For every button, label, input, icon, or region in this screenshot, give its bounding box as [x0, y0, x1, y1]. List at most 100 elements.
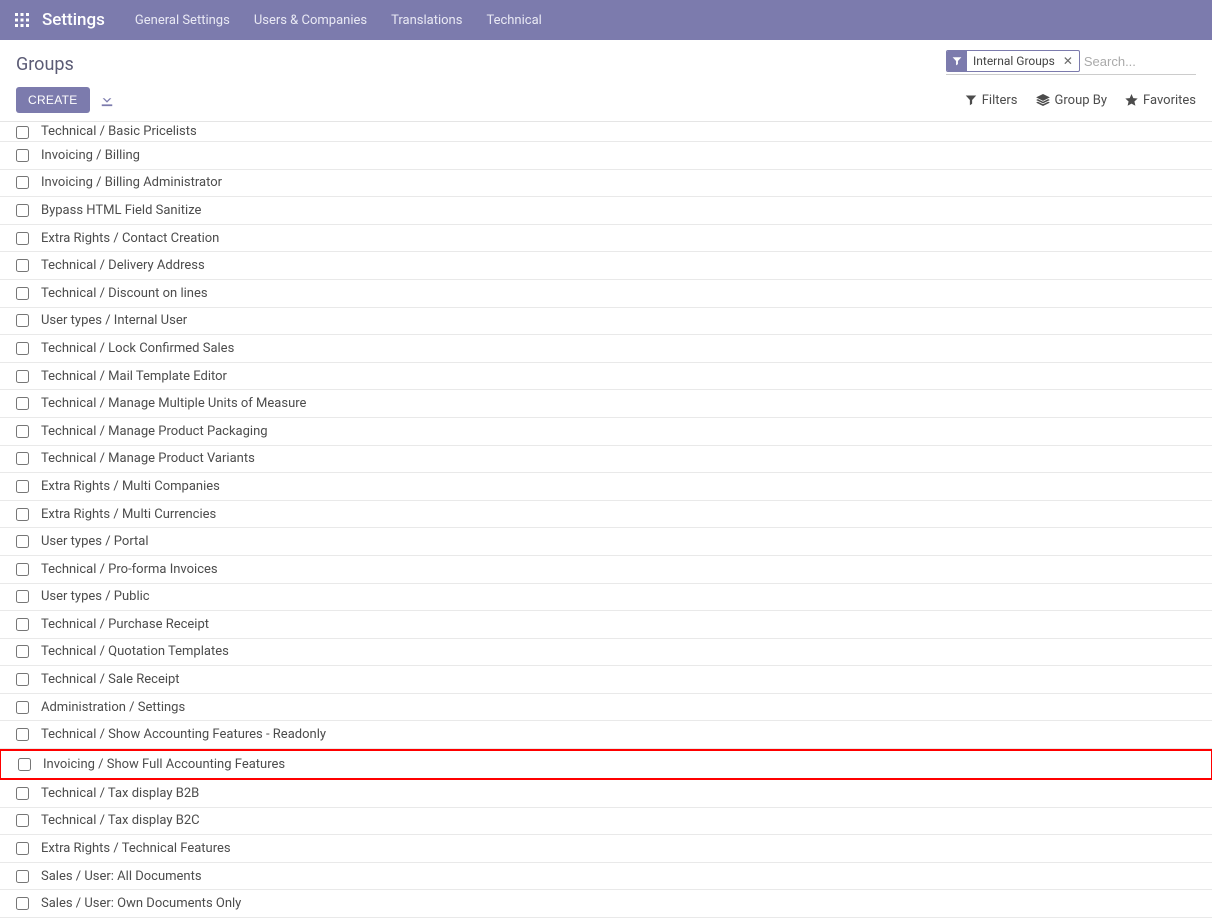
favorites-label: Favorites	[1143, 93, 1196, 108]
list-row[interactable]: Technical / Mail Template Editor	[0, 363, 1212, 391]
download-icon[interactable]	[100, 93, 114, 107]
row-checkbox[interactable]	[16, 618, 29, 631]
control-panel: Groups Internal Groups ✕ CREATE Filters	[0, 40, 1212, 121]
list-row[interactable]: Sales / User: All Documents	[0, 863, 1212, 891]
row-checkbox[interactable]	[18, 758, 31, 771]
list-row[interactable]: Technical / Manage Product Packaging	[0, 418, 1212, 446]
row-checkbox[interactable]	[16, 535, 29, 548]
row-label: Technical / Purchase Receipt	[41, 617, 209, 632]
funnel-icon	[947, 51, 967, 71]
row-label: Technical / Delivery Address	[41, 258, 205, 273]
row-label: Technical / Show Accounting Features - R…	[41, 727, 326, 742]
list-row[interactable]: Extra Rights / Multi Currencies	[0, 501, 1212, 529]
list-row[interactable]: User types / Portal	[0, 528, 1212, 556]
funnel-icon	[965, 94, 977, 106]
row-checkbox[interactable]	[16, 701, 29, 714]
nav-technical[interactable]: Technical	[474, 13, 553, 28]
search-facet-remove[interactable]: ✕	[1061, 54, 1079, 68]
favorites-button[interactable]: Favorites	[1125, 93, 1196, 108]
search-facet: Internal Groups ✕	[946, 50, 1080, 72]
list-row[interactable]: Technical / Tax display B2C	[0, 808, 1212, 836]
nav-users-companies[interactable]: Users & Companies	[242, 13, 379, 28]
row-checkbox[interactable]	[16, 870, 29, 883]
search-bar[interactable]: Internal Groups ✕	[946, 50, 1196, 75]
top-nav: Settings General Settings Users & Compan…	[0, 0, 1212, 40]
row-checkbox[interactable]	[16, 480, 29, 493]
list-row[interactable]: Technical / Delivery Address	[0, 252, 1212, 280]
list-row[interactable]: User types / Internal User	[0, 308, 1212, 336]
create-button[interactable]: CREATE	[16, 87, 90, 113]
list-row[interactable]: Invoicing / Billing Administrator	[0, 170, 1212, 198]
row-checkbox[interactable]	[16, 842, 29, 855]
row-checkbox[interactable]	[16, 787, 29, 800]
list-row[interactable]: Technical / Lock Confirmed Sales	[0, 335, 1212, 363]
row-label: Technical / Tax display B2C	[41, 813, 200, 828]
row-checkbox[interactable]	[16, 176, 29, 189]
row-label: Invoicing / Billing	[41, 148, 140, 163]
row-checkbox[interactable]	[16, 314, 29, 327]
list-row[interactable]: Technical / Basic Pricelists	[0, 122, 1212, 142]
group-by-button[interactable]: Group By	[1036, 93, 1108, 108]
list-row[interactable]: Extra Rights / Technical Features	[0, 835, 1212, 863]
list-row[interactable]: Technical / Sale Receipt	[0, 666, 1212, 694]
list-row[interactable]: Extra Rights / Contact Creation	[0, 225, 1212, 253]
list-row[interactable]: Extra Rights / Multi Companies	[0, 473, 1212, 501]
row-label: Technical / Pro-forma Invoices	[41, 562, 218, 577]
filters-button[interactable]: Filters	[965, 93, 1018, 108]
search-facet-label: Internal Groups	[967, 52, 1061, 70]
list-row[interactable]: Technical / Purchase Receipt	[0, 611, 1212, 639]
search-input[interactable]	[1084, 54, 1196, 69]
row-checkbox[interactable]	[16, 814, 29, 827]
nav-translations[interactable]: Translations	[379, 13, 474, 28]
list-row[interactable]: Technical / Quotation Templates	[0, 639, 1212, 667]
list-row[interactable]: Invoicing / Billing	[0, 142, 1212, 170]
row-checkbox[interactable]	[16, 149, 29, 162]
row-label: Technical / Sale Receipt	[41, 672, 180, 687]
row-checkbox[interactable]	[16, 897, 29, 910]
brand-title[interactable]: Settings	[42, 10, 105, 30]
row-checkbox[interactable]	[16, 259, 29, 272]
row-checkbox[interactable]	[16, 126, 29, 139]
filters-label: Filters	[982, 93, 1018, 108]
row-label: Invoicing / Billing Administrator	[41, 175, 222, 190]
row-checkbox[interactable]	[16, 370, 29, 383]
row-label: Extra Rights / Contact Creation	[41, 231, 219, 246]
nav-general-settings[interactable]: General Settings	[123, 13, 242, 28]
row-label: Technical / Discount on lines	[41, 286, 208, 301]
list-row[interactable]: Technical / Pro-forma Invoices	[0, 556, 1212, 584]
row-checkbox[interactable]	[16, 452, 29, 465]
list-row[interactable]: Technical / Tax display B2B	[0, 780, 1212, 808]
list-row[interactable]: Technical / Manage Product Variants	[0, 446, 1212, 474]
star-icon	[1125, 94, 1138, 107]
list-row[interactable]: Technical / Manage Multiple Units of Mea…	[0, 390, 1212, 418]
page-title: Groups	[16, 54, 74, 75]
row-checkbox[interactable]	[16, 397, 29, 410]
row-checkbox[interactable]	[16, 728, 29, 741]
list-row[interactable]: Technical / Discount on lines	[0, 280, 1212, 308]
row-label: Technical / Tax display B2B	[41, 786, 199, 801]
row-checkbox[interactable]	[16, 508, 29, 521]
row-label: Extra Rights / Technical Features	[41, 841, 231, 856]
row-checkbox[interactable]	[16, 425, 29, 438]
list-row[interactable]: User types / Public	[0, 584, 1212, 612]
row-checkbox[interactable]	[16, 590, 29, 603]
row-checkbox[interactable]	[16, 563, 29, 576]
row-label: Administration / Settings	[41, 700, 185, 715]
row-checkbox[interactable]	[16, 673, 29, 686]
row-checkbox[interactable]	[16, 342, 29, 355]
list-row[interactable]: Administration / Settings	[0, 694, 1212, 722]
row-label: Extra Rights / Multi Currencies	[41, 507, 216, 522]
row-label: User types / Internal User	[41, 313, 187, 328]
row-label: Technical / Mail Template Editor	[41, 369, 227, 384]
list-row[interactable]: Invoicing / Show Full Accounting Feature…	[0, 749, 1212, 780]
list-row[interactable]: Bypass HTML Field Sanitize	[0, 197, 1212, 225]
group-by-label: Group By	[1055, 93, 1108, 108]
row-checkbox[interactable]	[16, 232, 29, 245]
list-row[interactable]: Technical / Show Accounting Features - R…	[0, 721, 1212, 749]
row-checkbox[interactable]	[16, 204, 29, 217]
row-checkbox[interactable]	[16, 287, 29, 300]
row-checkbox[interactable]	[16, 645, 29, 658]
row-label: Technical / Manage Multiple Units of Mea…	[41, 396, 306, 411]
apps-icon[interactable]	[8, 6, 36, 34]
row-label: Invoicing / Show Full Accounting Feature…	[43, 757, 285, 772]
